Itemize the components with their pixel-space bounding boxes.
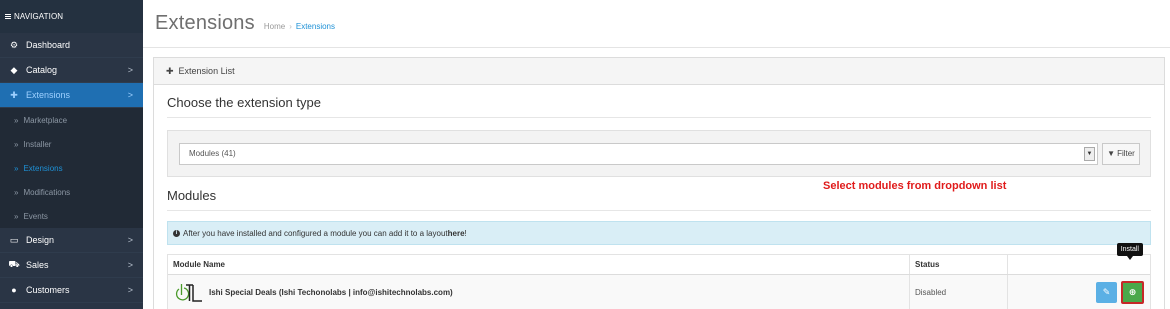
sidebar-submenu: » Marketplace » Installer » Extensions »… <box>0 108 143 228</box>
edit-button[interactable]: ✎ <box>1096 281 1117 303</box>
navigation-header-label: NAVIGATION <box>14 12 64 21</box>
double-chevron-icon: » <box>14 115 19 125</box>
panel-heading-label: Extension List <box>178 66 235 76</box>
puzzle-icon: ✚ <box>10 89 18 100</box>
chevron-right-icon: > <box>127 285 133 295</box>
sidebar-subitem-events[interactable]: » Events <box>0 204 143 228</box>
sidebar-item-label: Catalog <box>26 65 58 75</box>
table-row: Ishi Special Deals (Ishi Techonolabs | i… <box>168 243 1150 309</box>
column-header-status: Status <box>910 255 1008 274</box>
sidebar: NAVIGATION ⚙ Dashboard ◆ Catalog > ✚ Ext… <box>0 0 143 309</box>
info-alert: i After you have installed and configure… <box>167 221 1151 245</box>
double-chevron-icon: » <box>14 211 19 221</box>
sidebar-item-label: Design <box>26 235 55 245</box>
filter-icon: ▼ <box>1107 149 1116 158</box>
dashboard-icon: ⚙ <box>9 39 19 50</box>
sidebar-item-extensions[interactable]: ✚ Extensions > <box>0 83 143 108</box>
filter-button[interactable]: ▼ Filter <box>1102 142 1140 165</box>
sidebar-subitem-label: Modifications <box>23 187 71 197</box>
table-header: Module Name Status <box>168 255 1150 275</box>
filter-box: Modules (41) ▼ ▼ Filter <box>167 130 1151 177</box>
module-logo-icon <box>173 280 203 304</box>
double-chevron-icon: » <box>14 187 19 197</box>
page-title: Extensions <box>155 12 255 34</box>
install-tooltip: Install <box>1116 243 1143 260</box>
sidebar-item-dashboard[interactable]: ⚙ Dashboard <box>0 33 143 58</box>
breadcrumb: Home › Extensions <box>264 22 335 31</box>
alert-text: After you have installed and configured … <box>183 228 448 238</box>
sidebar-subitem-label: Marketplace <box>23 115 68 125</box>
sidebar-subitem-installer[interactable]: » Installer <box>0 132 143 156</box>
page-header: Extensions Home › Extensions <box>143 0 1170 48</box>
choose-type-title: Choose the extension type <box>167 95 1151 118</box>
pencil-icon: ✎ <box>1102 286 1111 297</box>
extension-list-panel: ✚ Extension List Choose the extension ty… <box>153 57 1165 309</box>
tag-icon: ◆ <box>10 64 18 75</box>
sidebar-item-design[interactable]: ▭ Design > <box>0 228 143 253</box>
sidebar-subitem-label: Installer <box>23 139 52 149</box>
menu-icon <box>5 14 11 19</box>
sidebar-item-label: Sales <box>26 260 49 270</box>
install-button[interactable]: ⊕ <box>1121 280 1144 304</box>
navigation-header[interactable]: NAVIGATION <box>0 0 143 33</box>
sidebar-subitem-extensions[interactable]: » Extensions <box>0 156 143 180</box>
filter-button-label: Filter <box>1117 149 1135 158</box>
chevron-right-icon: > <box>127 90 133 100</box>
module-status: Disabled <box>910 275 1008 309</box>
panel-heading: ✚ Extension List <box>154 58 1164 85</box>
sidebar-item-label: Customers <box>26 285 70 295</box>
sidebar-subitem-marketplace[interactable]: » Marketplace <box>0 108 143 132</box>
breadcrumb-home[interactable]: Home <box>264 22 285 31</box>
chevron-right-icon: > <box>127 65 133 75</box>
module-name: Ishi Special Deals (Ishi Techonolabs | i… <box>209 287 453 297</box>
double-chevron-icon: » <box>14 163 19 173</box>
chevron-right-icon: > <box>127 260 133 270</box>
sidebar-item-catalog[interactable]: ◆ Catalog > <box>0 58 143 83</box>
dropdown-arrow-icon[interactable]: ▼ <box>1084 146 1095 161</box>
alert-end: ! <box>464 228 467 238</box>
sidebar-item-label: Dashboard <box>26 40 71 50</box>
puzzle-icon: ✚ <box>166 65 174 76</box>
info-icon: i <box>173 229 180 237</box>
extension-type-select[interactable]: Modules (41) ▼ <box>179 142 1098 165</box>
cart-icon: ⛟ <box>8 259 20 269</box>
sidebar-item-sales[interactable]: ⛟ Sales > <box>0 253 143 278</box>
sidebar-subitem-modifications[interactable]: » Modifications <box>0 180 143 204</box>
sidebar-item-label: Extensions <box>26 90 71 100</box>
breadcrumb-separator: › <box>289 22 292 31</box>
sidebar-subitem-label: Extensions <box>23 163 63 173</box>
sidebar-item-customers[interactable]: ● Customers > <box>0 278 143 303</box>
main-content: Extensions Home › Extensions ✚ Extension… <box>143 0 1170 309</box>
select-value: Modules (41) <box>189 149 236 158</box>
user-icon: ● <box>11 285 17 295</box>
annotation-text: Select modules from dropdown list <box>823 180 1007 192</box>
monitor-icon: ▭ <box>9 234 19 245</box>
alert-link-here[interactable]: here <box>448 229 465 238</box>
column-header-module-name: Module Name <box>168 255 910 274</box>
modules-table: Module Name Status Ishi Special Deals (I… <box>167 243 1151 309</box>
double-chevron-icon: » <box>14 139 19 149</box>
sidebar-subitem-label: Events <box>23 211 48 221</box>
chevron-right-icon: > <box>127 235 133 245</box>
breadcrumb-extensions[interactable]: Extensions <box>296 22 335 31</box>
plus-circle-icon: ⊕ <box>1128 286 1137 297</box>
